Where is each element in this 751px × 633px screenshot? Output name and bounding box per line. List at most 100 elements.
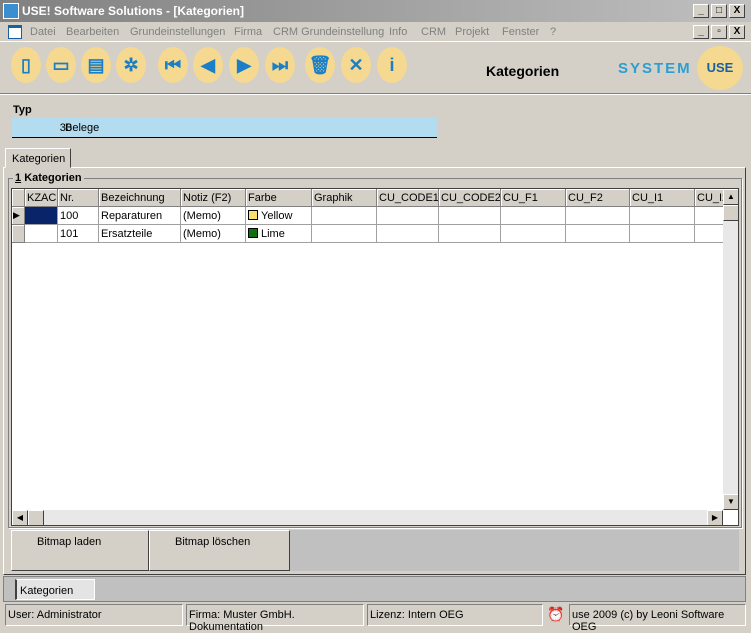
grid-cell[interactable] [377,225,439,243]
grid-cell[interactable]: Lime [246,225,312,243]
grid-cell[interactable] [312,225,377,243]
row-indicator-header [12,189,25,207]
document-icon [8,25,22,39]
grid-cell[interactable]: 100 [58,207,99,225]
previous-record-icon[interactable]: ◀ [193,47,223,83]
divider [0,93,751,95]
app-icon [3,3,19,19]
status-user: User: Administrator [5,604,183,626]
grid-cell[interactable] [566,207,630,225]
window-title: USE! Software Solutions - [Kategorien] [22,4,245,18]
menu-crm-grundeinstellung[interactable]: CRM Grundeinstellung [273,26,384,38]
color-name: Yellow [261,210,293,222]
grid-cell[interactable]: (Memo) [181,207,246,225]
print-icon[interactable]: ▤ [81,47,111,83]
child-close-button[interactable]: X [729,25,745,39]
scroll-down-icon[interactable]: ▼ [723,494,738,510]
scroll-up-icon[interactable]: ▲ [723,189,738,205]
grid-cell[interactable] [25,207,58,225]
status-copyright: use 2009 (c) by Leoni Software OEG [569,604,746,633]
grid-cell[interactable] [630,225,695,243]
column-header[interactable]: Farbe [246,189,312,207]
row-indicator[interactable]: ▶ [12,207,25,225]
menu-bar: Datei Bearbeiten Grundeinstellungen Firm… [0,22,751,42]
grid-cell[interactable] [439,207,501,225]
maximize-button[interactable]: □ [711,4,727,18]
menu-fenster[interactable]: Fenster [502,26,539,38]
save-icon[interactable]: ▭ [46,47,76,83]
column-header[interactable]: Nr. [58,189,99,207]
last-record-icon[interactable]: ⏭ [265,47,295,83]
new-document-icon[interactable]: ▯ [11,47,41,83]
grid-cell[interactable] [312,207,377,225]
window-tab-bar [3,576,746,602]
vertical-scroll-thumb[interactable] [723,205,738,221]
next-record-icon[interactable]: ▶ [229,47,259,83]
minimize-button[interactable]: _ [693,4,709,18]
column-header[interactable]: Graphik [312,189,377,207]
group-title: 1 Kategorien [13,172,84,184]
clean-icon[interactable]: ✲ [116,47,146,83]
categories-grid[interactable]: KZAC Nr. Bezeichnung Notiz (F2) Farbe Graphik… [11,188,739,526]
grid-cell[interactable] [25,225,58,243]
grid-cell[interactable]: Ersatzteile [99,225,181,243]
menu-info[interactable]: Info [389,26,407,38]
menu-bearbeiten[interactable]: Bearbeiten [66,26,119,38]
menu-grundeinstellungen[interactable]: Grundeinstellungen [130,26,225,38]
row-indicator[interactable] [12,225,25,243]
column-header[interactable]: KZAC [25,189,58,207]
column-header[interactable]: CU_I1 [630,189,695,207]
grid-cell[interactable] [439,225,501,243]
close-button[interactable]: X [729,4,745,18]
group-number: 1 [15,172,22,184]
child-minimize-button[interactable]: _ [693,25,709,39]
logo-system: SYSTEM [618,60,692,77]
menu-help[interactable]: ? [550,26,556,38]
grid-cell[interactable]: 101 [58,225,99,243]
menu-crm[interactable]: CRM [421,26,446,38]
typ-label: Typ [13,104,32,116]
scroll-right-icon[interactable]: ▶ [707,510,723,525]
column-header[interactable]: Notiz (F2) [181,189,246,207]
logo-use-badge: USE [697,46,743,90]
column-header[interactable]: CU_CODE2 [439,189,501,207]
vertical-scrollbar[interactable] [723,221,738,510]
status-firma: Firma: Muster GmbH. Dokumentation [186,604,364,633]
child-restore-button[interactable]: ▫ [711,25,727,39]
alarm-clock-icon[interactable]: ⏰ [547,606,564,624]
delete-icon[interactable]: 🗑 [305,47,335,83]
typ-field[interactable]: 30 Belege [12,118,437,138]
menu-datei[interactable]: Datei [30,26,56,38]
grid-cell[interactable] [566,225,630,243]
color-swatch [248,228,258,238]
menu-firma[interactable]: Firma [234,26,262,38]
first-record-icon[interactable]: ⏮ [158,47,188,83]
tab-kategorien[interactable]: Kategorien [5,148,71,168]
grid-cell[interactable] [501,207,566,225]
scroll-left-icon[interactable]: ◀ [12,510,28,525]
title-bar: USE! Software Solutions - [Kategorien] _… [0,0,751,22]
form-title: Kategorien [486,63,560,79]
horizontal-scroll-thumb[interactable] [28,510,44,525]
grid-cell[interactable] [377,207,439,225]
bitmap-delete-button[interactable]: Bitmap löschen [149,530,290,571]
grid-cell[interactable]: Yellow [246,207,312,225]
column-header[interactable]: CU_CODE1 [377,189,439,207]
grid-cell[interactable] [630,207,695,225]
column-header[interactable]: Bezeichnung [99,189,181,207]
bitmap-load-button[interactable]: Bitmap laden [11,530,149,571]
column-header[interactable]: CU_F2 [566,189,630,207]
grid-cell[interactable]: (Memo) [181,225,246,243]
window-tab-kategorien[interactable]: Kategorien [15,579,95,600]
horizontal-scrollbar[interactable] [12,510,723,525]
typ-value: Belege [65,122,100,134]
color-name: Lime [261,228,285,240]
info-icon[interactable]: i [377,47,407,83]
grid-cell[interactable] [501,225,566,243]
cancel-icon[interactable]: ✕ [341,47,371,83]
status-lizenz: Lizenz: Intern OEG [367,604,543,626]
group-label: Kategorien [24,172,82,184]
column-header[interactable]: CU_F1 [501,189,566,207]
menu-projekt[interactable]: Projekt [455,26,489,38]
grid-cell[interactable]: Reparaturen [99,207,181,225]
